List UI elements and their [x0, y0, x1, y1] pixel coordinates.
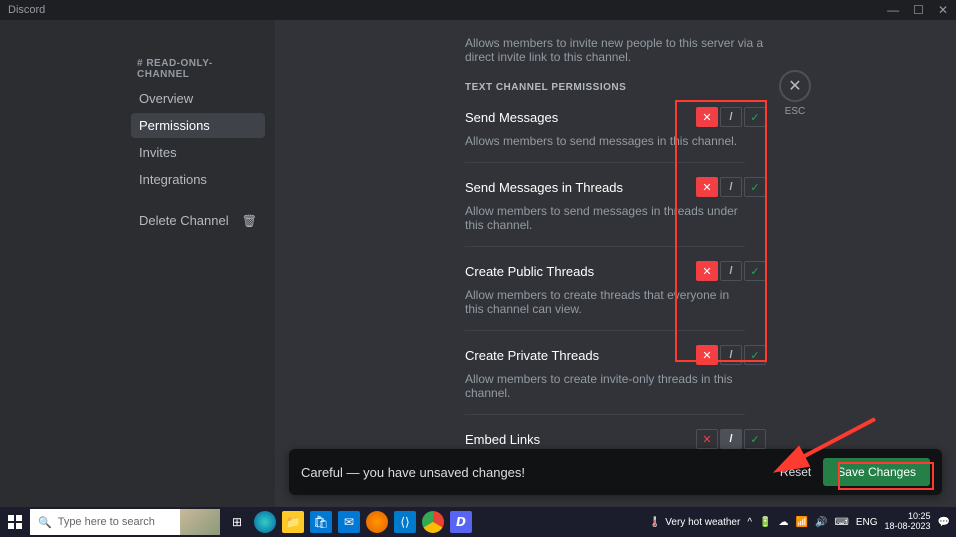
sidebar-item-overview[interactable]: Overview	[131, 86, 265, 111]
sidebar-item-label: Integrations	[139, 172, 207, 187]
edge-icon[interactable]	[254, 511, 276, 533]
sidebar-item-label: Delete Channel	[139, 213, 229, 228]
perm-deny-button[interactable]: ✕	[696, 429, 718, 449]
tray-chevron-icon[interactable]: ^	[747, 517, 752, 528]
close-circle-icon[interactable]: ✕	[779, 70, 811, 102]
taskbar-search[interactable]: 🔍 Type here to search	[30, 509, 220, 535]
onedrive-icon[interactable]: ☁	[778, 517, 788, 528]
unsaved-changes-text: Careful — you have unsaved changes!	[301, 465, 768, 480]
trash-icon: 🗑	[242, 214, 257, 228]
perm-deny-button[interactable]: ✕	[696, 261, 718, 281]
unsaved-changes-bar: Careful — you have unsaved changes! Rese…	[289, 449, 942, 495]
mail-icon[interactable]: ✉	[338, 511, 360, 533]
perm-allow-button[interactable]: ✓	[744, 177, 766, 197]
battery-icon[interactable]: 🔋	[759, 517, 771, 528]
search-placeholder: Type here to search	[58, 516, 155, 528]
system-clock[interactable]: 10:25 18-08-2023	[885, 512, 931, 532]
perm-desc: Allow members to send messages in thread…	[465, 204, 745, 247]
save-changes-button[interactable]: Save Changes	[823, 458, 930, 486]
perm-neutral-button[interactable]: /	[720, 261, 742, 281]
vscode-icon[interactable]: ⟨⟩	[394, 511, 416, 533]
maximize-icon[interactable]: ☐	[913, 3, 924, 17]
settings-content: ✕ ESC Allows members to invite new peopl…	[275, 20, 956, 507]
perm-deny-button[interactable]: ✕	[696, 345, 718, 365]
thermometer-icon: 🌡️	[649, 517, 661, 528]
app-title: Discord	[8, 4, 887, 16]
sidebar-item-integrations[interactable]: Integrations	[131, 167, 265, 192]
language-indicator[interactable]: ENG	[856, 517, 878, 528]
firefox-icon[interactable]	[366, 511, 388, 533]
discord-taskbar-icon[interactable]: 𝘿	[450, 511, 472, 533]
wifi-icon[interactable]: 📶	[795, 517, 807, 528]
perm-toggle-send-messages-threads: ✕ / ✓	[696, 177, 766, 197]
close-settings[interactable]: ✕ ESC	[779, 70, 811, 117]
weather-text: Very hot weather	[665, 517, 740, 528]
perm-allow-button[interactable]: ✓	[744, 261, 766, 281]
perm-desc: Allow members to create invite-only thre…	[465, 372, 745, 415]
perm-title-send-messages: Send Messages	[465, 110, 558, 125]
perm-title-create-private-threads: Create Private Threads	[465, 348, 599, 363]
perm-toggle-create-private-threads: ✕ / ✓	[696, 345, 766, 365]
window-titlebar: Discord — ☐ ✕	[0, 0, 956, 20]
perm-title-create-public-threads: Create Public Threads	[465, 264, 594, 279]
perm-allow-button[interactable]: ✓	[744, 345, 766, 365]
perm-desc: Allows members to send messages in this …	[465, 134, 745, 163]
perm-neutral-button[interactable]: /	[720, 345, 742, 365]
left-padding	[0, 20, 125, 507]
reset-button[interactable]: Reset	[768, 459, 823, 485]
perm-neutral-button[interactable]: /	[720, 177, 742, 197]
windows-icon	[8, 515, 22, 529]
channel-header: # READ-ONLY-CHANNEL	[131, 58, 265, 86]
search-highlight-image	[180, 509, 220, 535]
perm-desc: Allow members to create threads that eve…	[465, 288, 745, 331]
settings-sidebar: # READ-ONLY-CHANNEL Overview Permissions…	[125, 20, 275, 507]
perm-neutral-button[interactable]: /	[720, 429, 742, 449]
notifications-icon[interactable]: 💬	[938, 517, 950, 528]
perm-title-send-messages-threads: Send Messages in Threads	[465, 180, 623, 195]
store-icon[interactable]: 🛍	[310, 511, 332, 533]
file-explorer-icon[interactable]: 📁	[282, 511, 304, 533]
chrome-icon[interactable]	[422, 511, 444, 533]
perm-deny-button[interactable]: ✕	[696, 177, 718, 197]
sidebar-item-permissions[interactable]: Permissions	[131, 113, 265, 138]
esc-label: ESC	[779, 106, 811, 117]
sidebar-item-label: Permissions	[139, 118, 210, 133]
weather-widget[interactable]: 🌡️ Very hot weather	[649, 517, 741, 528]
start-button[interactable]	[0, 507, 30, 537]
task-view-icon[interactable]: ⊞	[226, 511, 248, 533]
sidebar-item-label: Overview	[139, 91, 193, 106]
close-icon[interactable]: ✕	[938, 3, 948, 17]
keyboard-icon[interactable]: ⌨	[834, 517, 848, 528]
volume-icon[interactable]: 🔊	[815, 517, 827, 528]
perm-allow-button[interactable]: ✓	[744, 429, 766, 449]
windows-taskbar: 🔍 Type here to search ⊞ 📁 🛍 ✉ ⟨⟩ 𝘿 🌡️ Ve…	[0, 507, 956, 537]
partial-permission-desc: Allows members to invite new people to t…	[465, 20, 766, 82]
search-icon: 🔍	[38, 516, 52, 529]
sidebar-item-delete-channel[interactable]: Delete Channel 🗑	[131, 208, 265, 233]
perm-toggle-send-messages: ✕ / ✓	[696, 107, 766, 127]
perm-allow-button[interactable]: ✓	[744, 107, 766, 127]
perm-neutral-button[interactable]: /	[720, 107, 742, 127]
perm-title-embed-links: Embed Links	[465, 432, 540, 447]
sidebar-item-label: Invites	[139, 145, 177, 160]
minimize-icon[interactable]: —	[887, 3, 899, 17]
sidebar-item-invites[interactable]: Invites	[131, 140, 265, 165]
perm-deny-button[interactable]: ✕	[696, 107, 718, 127]
section-header: TEXT CHANNEL PERMISSIONS	[465, 82, 766, 93]
clock-date: 18-08-2023	[885, 522, 931, 532]
perm-toggle-embed-links: ✕ / ✓	[696, 429, 766, 449]
perm-toggle-create-public-threads: ✕ / ✓	[696, 261, 766, 281]
